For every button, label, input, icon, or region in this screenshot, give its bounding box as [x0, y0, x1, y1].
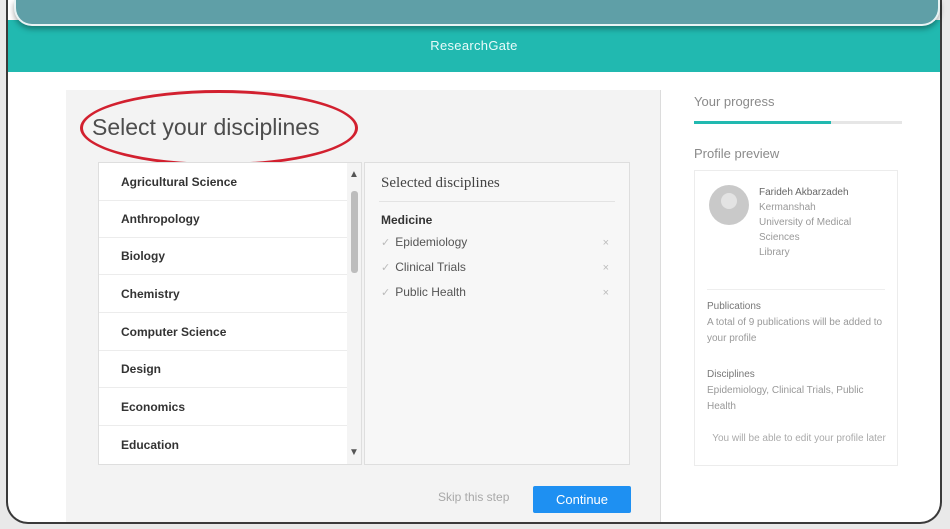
check-icon: ✓ — [381, 262, 391, 274]
annotation-circle — [80, 90, 358, 166]
disciplines-text: Epidemiology, Clinical Trials, Public He… — [707, 385, 864, 412]
divider — [707, 289, 885, 290]
divider — [379, 201, 615, 202]
list-item[interactable]: Education — [99, 426, 347, 464]
list-item[interactable]: Chemistry — [99, 275, 347, 313]
preview-label: Profile preview — [694, 146, 780, 161]
device-bezel — [14, 0, 940, 26]
progress-sidebar: Your progress Profile preview Farideh Ak… — [688, 90, 902, 490]
close-icon[interactable]: × — [603, 287, 609, 299]
close-icon[interactable]: × — [603, 237, 609, 249]
profile-line: Library — [759, 247, 790, 258]
chevron-up-icon[interactable]: ▲ — [347, 169, 361, 180]
profile-line: Kermanshah — [759, 202, 816, 213]
brand-name[interactable]: ResearchGate — [8, 38, 940, 53]
publications-heading: Publications — [707, 301, 761, 312]
skip-link[interactable]: Skip this step — [438, 490, 509, 504]
progress-bar-fill — [694, 121, 832, 124]
list-item[interactable]: Anthropology — [99, 200, 347, 238]
publications-text: A total of 9 publications will be added … — [707, 317, 883, 344]
list-item[interactable]: Computer Science — [99, 313, 347, 351]
avatar — [709, 185, 749, 225]
screen-frame: ResearchGate Select your disciplines Agr… — [6, 0, 942, 524]
selected-item-label: Public Health — [395, 285, 466, 299]
list-item[interactable]: Biology — [99, 237, 347, 275]
selected-item: ✓ Clinical Trials × — [381, 260, 613, 282]
selected-item: ✓ Epidemiology × — [381, 235, 613, 257]
profile-details: Farideh Akbarzadeh Kermanshah University… — [759, 185, 891, 260]
profile-name: Farideh Akbarzadeh — [759, 187, 849, 198]
selected-item-label: Clinical Trials — [395, 260, 466, 274]
check-icon: ✓ — [381, 287, 391, 299]
disciplines-panel: Select your disciplines Agricultural Sci… — [66, 90, 661, 522]
disciplines-section: Disciplines Epidemiology, Clinical Trial… — [707, 367, 891, 415]
continue-button[interactable]: Continue — [533, 486, 631, 513]
edit-later-note: You will be able to edit your profile la… — [712, 433, 886, 444]
profile-preview-card: Farideh Akbarzadeh Kermanshah University… — [694, 170, 898, 466]
selected-item-label: Epidemiology — [395, 235, 468, 249]
scrollbar[interactable]: ▲ ▼ — [347, 163, 361, 464]
scrollbar-thumb[interactable] — [351, 191, 358, 273]
list-item[interactable]: Design — [99, 350, 347, 388]
disciplines-list[interactable]: Agricultural Science Anthropology Biolog… — [98, 162, 362, 465]
selected-title: Selected disciplines — [381, 175, 500, 191]
check-icon: ✓ — [381, 237, 391, 249]
profile-line: Sciences — [759, 232, 800, 243]
selected-group-label: Medicine — [381, 213, 433, 227]
list-item[interactable]: Economics — [99, 388, 347, 426]
selected-item: ✓ Public Health × — [381, 285, 613, 307]
progress-label: Your progress — [694, 94, 775, 109]
chevron-down-icon[interactable]: ▼ — [347, 447, 361, 458]
disciplines-heading: Disciplines — [707, 369, 755, 380]
selected-disciplines-box: Selected disciplines Medicine ✓ Epidemiol… — [364, 162, 630, 465]
list-item[interactable]: Agricultural Science — [99, 163, 347, 201]
publications-section: Publications A total of 9 publications w… — [707, 299, 891, 347]
close-icon[interactable]: × — [603, 262, 609, 274]
progress-bar — [694, 121, 902, 124]
profile-line: University of Medical — [759, 217, 852, 228]
